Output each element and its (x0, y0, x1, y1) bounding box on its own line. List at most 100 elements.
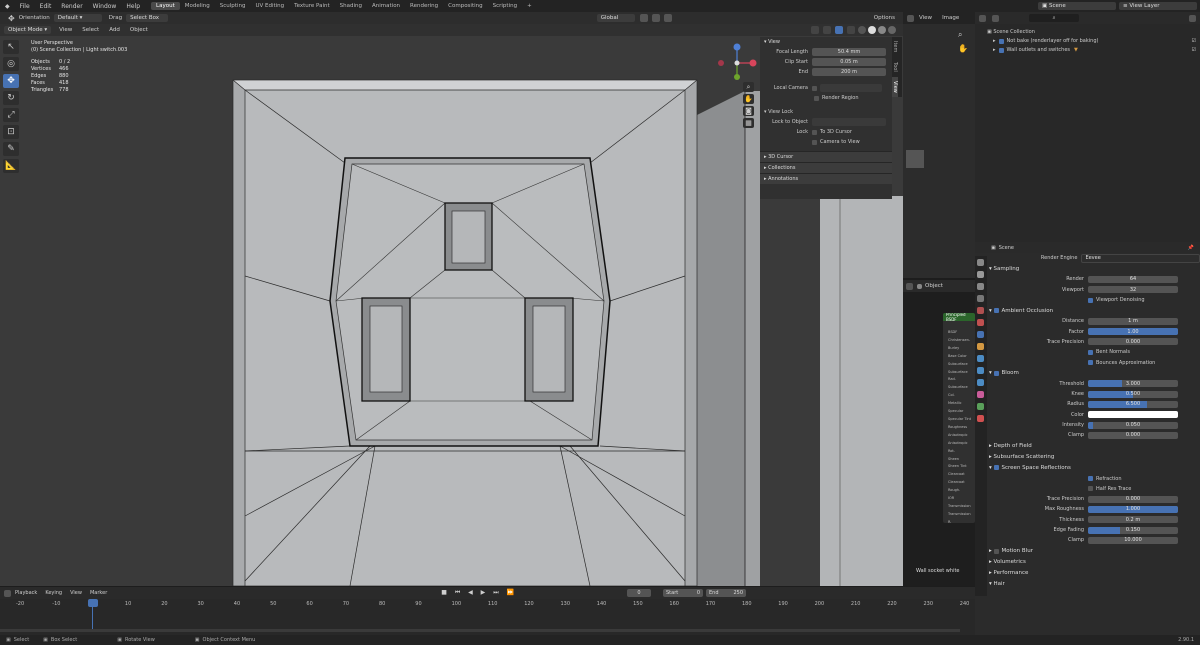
node-editor-type-icon[interactable] (906, 282, 913, 290)
image-menu-view[interactable]: View (914, 15, 937, 21)
material-tab-icon[interactable] (977, 415, 984, 422)
node-socket[interactable]: Transmission R. (948, 511, 975, 523)
data-tab-icon[interactable] (977, 403, 984, 410)
tab-shading[interactable]: Shading (335, 2, 367, 10)
clip-end-field[interactable]: 200 m (812, 68, 886, 76)
dof-section[interactable]: ▸ Depth of Field (989, 440, 1200, 451)
snap-icon[interactable] (651, 14, 660, 22)
marker-menu[interactable]: Marker (86, 590, 111, 596)
intensity-slider[interactable]: 0.050 (1088, 421, 1178, 429)
ssr-section[interactable]: ▾ Screen Space Reflections (989, 462, 1200, 473)
view-layer-selector[interactable]: ≡ View Layer (1119, 2, 1197, 10)
navigation-gizmo[interactable] (713, 41, 763, 91)
scene-collection-row[interactable]: ▣ Scene Collection (987, 28, 1200, 37)
annotate-tool-icon[interactable]: ✎ (3, 142, 19, 156)
vp-menu-select[interactable]: Select (77, 27, 104, 33)
menu-edit[interactable]: Edit (35, 3, 57, 10)
bent-normals-row[interactable]: Bent Normals (989, 347, 1200, 357)
constraint-tab-icon[interactable] (977, 391, 984, 398)
node-socket[interactable]: Clearcoat (948, 471, 975, 479)
particles-tab-icon[interactable] (977, 367, 984, 374)
tab-item[interactable]: Item (892, 37, 898, 57)
checkbox-icon[interactable]: ☑ (1192, 46, 1200, 55)
tab-modeling[interactable]: Modeling (180, 2, 215, 10)
shading-material-icon[interactable] (878, 26, 886, 34)
sampling-section[interactable]: ▾ Sampling (989, 263, 1200, 274)
tab-layout[interactable]: Layout (151, 2, 180, 10)
menu-file[interactable]: File (15, 3, 35, 10)
playhead[interactable] (88, 599, 98, 607)
node-socket[interactable]: Subsurface (948, 361, 975, 369)
collections-section[interactable]: ▸ Collections (760, 162, 892, 173)
ao-section[interactable]: ▾ Ambient Occlusion (989, 305, 1200, 316)
proportional-edit-icon[interactable] (663, 14, 672, 22)
view-layer-tab-icon[interactable] (977, 295, 984, 302)
motion-blur-section[interactable]: ▸ Motion Blur (989, 546, 1200, 557)
timeline[interactable]: Playback Keying View Marker ■ ⏮ ◀ ▶ ⏭ ⏩ … (0, 587, 975, 635)
image-editor[interactable]: View Image ⌕ ✋ (903, 12, 975, 278)
cursor-tool-icon[interactable]: ◎ (3, 57, 19, 71)
vp-menu-view[interactable]: View (54, 27, 77, 33)
zoom-image-icon[interactable]: ⌕ (958, 30, 962, 40)
hair-section[interactable]: ▾ Hair (989, 579, 1200, 590)
output-tab-icon[interactable] (977, 283, 984, 290)
pan-image-icon[interactable]: ✋ (958, 44, 968, 53)
tab-uv-editing[interactable]: UV Editing (250, 2, 289, 10)
checkbox-icon[interactable]: ☑ (1192, 37, 1200, 46)
keying-menu[interactable]: Keying (41, 590, 66, 596)
options-button[interactable]: Options (874, 15, 903, 21)
tab-texture-paint[interactable]: Texture Paint (289, 2, 335, 10)
xray-icon[interactable] (847, 26, 855, 34)
shading-rendered-icon[interactable] (888, 26, 896, 34)
ao-trace-slider[interactable]: 0.000 (1088, 338, 1178, 346)
node-socket[interactable]: Transmission (948, 503, 975, 511)
tool-tab-icon[interactable] (977, 259, 984, 266)
viewport-denoising-row[interactable]: Viewport Denoising (989, 295, 1200, 305)
node-socket[interactable]: Sheen Tint (948, 463, 975, 471)
vp-menu-object[interactable]: Object (125, 27, 153, 33)
pin-icon[interactable]: 📌 (1188, 245, 1200, 251)
3d-cursor-section[interactable]: ▸ 3D Cursor (760, 151, 892, 162)
max-roughness-slider[interactable]: 1.000 (1088, 505, 1178, 513)
threshold-slider[interactable]: 3.000 (1088, 380, 1178, 388)
half-res-row[interactable]: Half Res Trace (989, 484, 1200, 494)
move-tool-icon[interactable]: ✥ (3, 74, 19, 88)
hand-pan-icon[interactable]: ✋ (743, 94, 754, 104)
select-tool-icon[interactable]: ↖ (3, 40, 19, 54)
clip-start-field[interactable]: 0.05 m (812, 58, 886, 66)
node-socket[interactable]: Christensen-Burley (948, 337, 975, 353)
measure-tool-icon[interactable]: 📐 (3, 159, 19, 173)
blender-logo-icon[interactable]: ◆ (0, 3, 15, 10)
node-socket[interactable]: Roughness (948, 424, 975, 432)
render-region-checkbox[interactable] (814, 95, 819, 101)
image-menu-image[interactable]: Image (937, 15, 964, 21)
tab-compositing[interactable]: Compositing (443, 2, 487, 10)
orientation-dropdown[interactable]: Default ▾ (53, 14, 102, 22)
tab-sculpting[interactable]: Sculpting (215, 2, 251, 10)
transform-icon[interactable]: ✥ (8, 14, 15, 23)
camera-icon[interactable]: ◙ (743, 106, 754, 116)
ao-distance-field[interactable]: 1 m (1088, 317, 1178, 325)
render-samples-field[interactable]: 64 (1088, 275, 1178, 283)
current-frame-field[interactable]: 0 (627, 589, 651, 597)
tab-scripting[interactable]: Scripting (488, 2, 522, 10)
node-socket[interactable]: Base Color (948, 353, 975, 361)
mode-dropdown[interactable]: Object Mode ▾ (4, 26, 52, 34)
modifier-tab-icon[interactable] (977, 355, 984, 362)
visibility-icon[interactable] (811, 26, 819, 34)
lock-to-object-field[interactable] (812, 118, 886, 126)
overlay-icon[interactable] (835, 26, 843, 34)
outliner-type-icon[interactable] (979, 14, 986, 22)
world-tab-icon[interactable] (977, 319, 984, 326)
menu-render[interactable]: Render (56, 3, 87, 10)
scene-tab-icon[interactable] (977, 307, 984, 314)
outliner-search-input[interactable]: ⌕ (1029, 14, 1079, 22)
menu-help[interactable]: Help (121, 3, 145, 10)
collection-row[interactable]: ▸ Not bake (renderlayer off for baking) ☑ (987, 37, 1200, 46)
collection-row[interactable]: ▸ Wall outlets and switches ▼ ☑ (987, 46, 1200, 55)
to-3d-cursor-checkbox[interactable] (812, 129, 817, 135)
local-camera-checkbox[interactable] (812, 85, 817, 91)
node-socket[interactable]: Clearcoat Rough. (948, 479, 975, 495)
physics-tab-icon[interactable] (977, 379, 984, 386)
sss-section[interactable]: ▸ Subsurface Scattering (989, 451, 1200, 462)
